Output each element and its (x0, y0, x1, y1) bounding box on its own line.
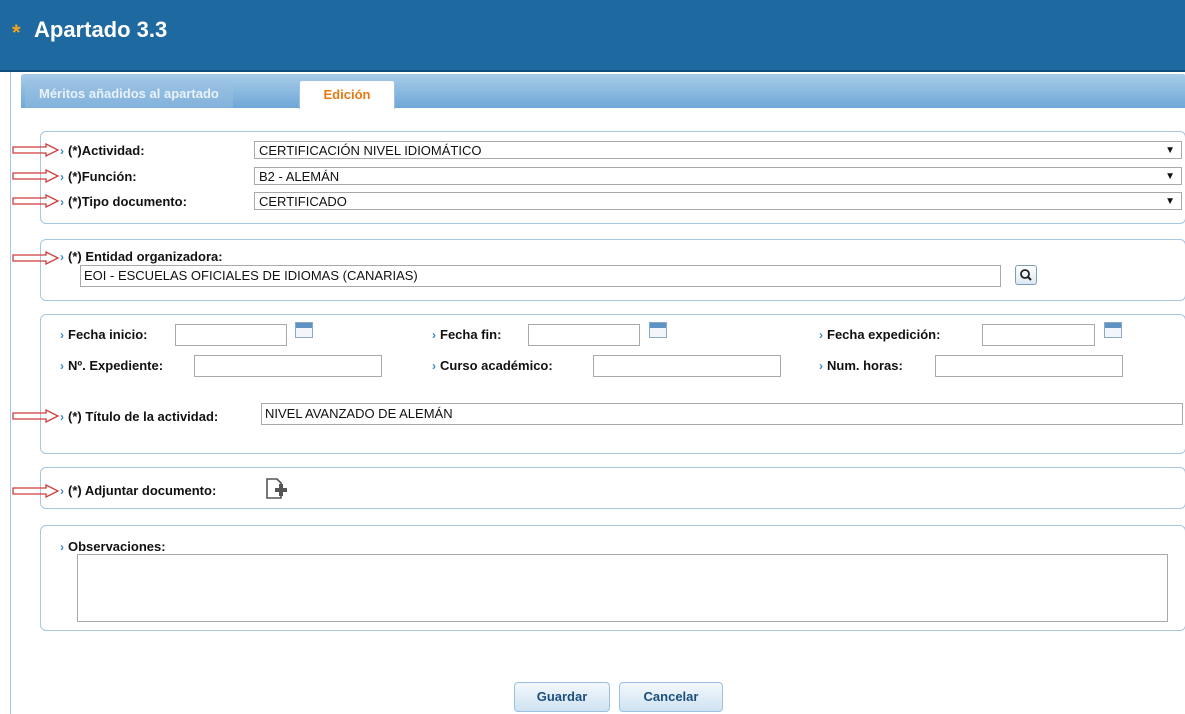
arrow-icon (12, 194, 60, 208)
tab-edicion[interactable]: Edición (299, 80, 395, 109)
fecha-inicio-input[interactable] (175, 324, 287, 346)
observaciones-textarea[interactable] (77, 554, 1168, 622)
arrow-icon (12, 251, 60, 265)
dropdown-caret-icon: ▼ (1165, 196, 1175, 207)
dropdown-caret-icon: ▼ (1165, 171, 1175, 182)
observaciones-label: › Observaciones: (60, 539, 166, 554)
calendar-icon[interactable] (1104, 322, 1122, 338)
expediente-input[interactable] (194, 355, 382, 377)
fecha-fin-input[interactable] (528, 324, 640, 346)
arrow-icon (12, 409, 60, 423)
tab-meritos[interactable]: Méritos añadidos al apartado (25, 80, 233, 108)
cancel-button[interactable]: Cancelar (619, 682, 723, 712)
chevron-icon: › (819, 328, 823, 342)
star-icon: * (12, 20, 21, 45)
chevron-icon: › (819, 359, 823, 373)
chevron-icon: › (60, 144, 64, 158)
calendar-icon[interactable] (295, 322, 313, 338)
page-header: * Apartado 3.3 (0, 0, 1185, 72)
num-horas-label: › Num. horas: (819, 358, 903, 373)
search-button[interactable] (1015, 265, 1037, 285)
entidad-input[interactable]: EOI - ESCUELAS OFICIALES DE IDIOMAS (CAN… (80, 265, 1001, 287)
titulo-label: › (*) Título de la actividad: (60, 409, 219, 424)
chevron-icon: › (60, 359, 64, 373)
dropdown-caret-icon: ▼ (1165, 145, 1175, 156)
search-icon (1020, 269, 1032, 281)
fecha-expedicion-label: › Fecha expedición: (819, 327, 941, 342)
actividad-select[interactable]: CERTIFICACIÓN NIVEL IDIOMÁTICO ▼ (254, 141, 1182, 159)
chevron-icon: › (60, 328, 64, 342)
num-horas-input[interactable] (935, 355, 1123, 377)
tab-bar: Méritos añadidos al apartado Edición (21, 74, 1185, 109)
chevron-icon: › (432, 359, 436, 373)
chevron-icon: › (60, 195, 64, 209)
curso-academico-input[interactable] (593, 355, 781, 377)
chevron-icon: › (432, 328, 436, 342)
chevron-icon: › (60, 410, 64, 424)
adjuntar-label: › (*) Adjuntar documento: (60, 483, 217, 498)
chevron-icon: › (60, 484, 64, 498)
fecha-fin-label: › Fecha fin: (432, 327, 502, 342)
fecha-expedicion-input[interactable] (982, 324, 1095, 346)
chevron-icon: › (60, 170, 64, 184)
curso-academico-label: › Curso académico: (432, 358, 553, 373)
chevron-icon: › (60, 250, 64, 264)
page-title: Apartado 3.3 (34, 17, 168, 42)
calendar-icon[interactable] (649, 322, 667, 338)
save-button[interactable]: Guardar (514, 682, 610, 712)
arrow-icon (12, 169, 60, 183)
add-document-icon[interactable] (264, 477, 288, 501)
funcion-select[interactable]: B2 - ALEMÁN ▼ (254, 167, 1182, 185)
fecha-inicio-label: › Fecha inicio: (60, 327, 148, 342)
tipo-documento-label: › (*)Tipo documento: (60, 194, 187, 209)
tipo-documento-select[interactable]: CERTIFICADO ▼ (254, 192, 1182, 210)
titulo-input[interactable]: NIVEL AVANZADO DE ALEMÁN (261, 403, 1183, 425)
entidad-label: › (*) Entidad organizadora: (60, 249, 223, 264)
funcion-label: › (*)Función: (60, 169, 137, 184)
expediente-label: › Nº. Expediente: (60, 358, 164, 373)
actividad-label: › (*)Actividad: (60, 143, 145, 158)
arrow-icon (12, 484, 60, 498)
arrow-icon (12, 143, 60, 157)
chevron-icon: › (60, 540, 64, 554)
